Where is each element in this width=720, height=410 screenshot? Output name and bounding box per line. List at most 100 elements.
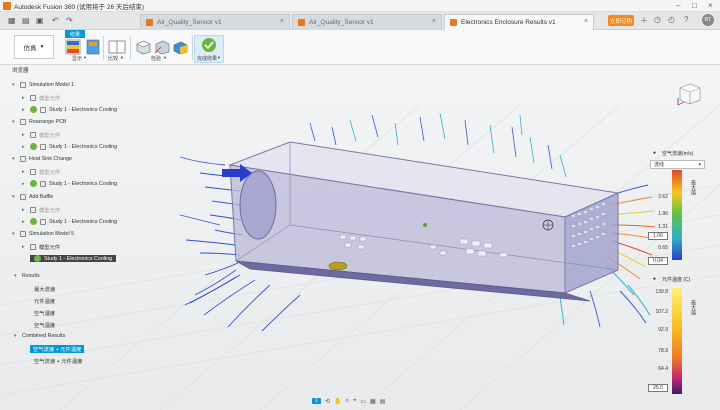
tree-study[interactable]: ▸ Study 1 - Electronics Cooling — [22, 106, 117, 113]
flow-legend-value: 0.65 — [658, 245, 668, 251]
viewports-icon[interactable]: ▤ — [380, 398, 386, 405]
simulation-render — [0, 104, 720, 410]
section-cube-icon[interactable] — [171, 39, 189, 55]
add-icon[interactable]: ＋ — [640, 15, 648, 26]
flow-legend-value: 2.62 — [658, 194, 668, 200]
flow-display-mode[interactable]: 流线 ▾ — [650, 160, 705, 169]
expand-icon[interactable]: ▾ — [14, 273, 22, 279]
zoom-window-icon[interactable]: ⌖ — [353, 398, 356, 405]
minimize-icon[interactable]: – — [676, 1, 680, 10]
components-icon — [30, 132, 36, 138]
result-max-velocity[interactable]: 最大流速 — [34, 285, 55, 293]
study-icon — [40, 218, 46, 225]
tree-model-components[interactable]: ▸ 模型元件 — [22, 206, 60, 214]
expand-icon[interactable]: ▸ — [22, 244, 30, 250]
viewcube[interactable] — [674, 78, 704, 108]
compare-label: 比较 — [108, 56, 119, 62]
canvas-viewport[interactable] — [0, 65, 720, 410]
result-air-temp-2[interactable]: 空气温度 — [34, 321, 55, 329]
zoom-icon[interactable]: ⌕ — [346, 398, 349, 405]
close-tab-icon[interactable]: × — [432, 18, 436, 25]
grid-settings-icon[interactable]: ▦ — [370, 398, 376, 405]
legend-toggle-icon[interactable]: ● — [653, 150, 656, 156]
compare-icon[interactable] — [108, 39, 126, 55]
close-icon[interactable]: × — [708, 1, 713, 10]
temp-legend-value: 139.8 — [655, 289, 668, 295]
combined-result-selected[interactable]: 空气流速 + 元件温度 — [30, 345, 85, 353]
expand-icon[interactable]: ▸ — [22, 132, 30, 138]
tree-model-components[interactable]: ▸ 模型元件 — [22, 94, 60, 102]
tree-study[interactable]: ▸ Study 1 - Electronics Cooling — [22, 143, 117, 150]
workspace-label: 仿真 — [23, 45, 37, 52]
display-results-icon[interactable] — [64, 39, 82, 55]
pan-icon[interactable]: ✋ — [334, 398, 341, 405]
tree-heat-sink-change[interactable]: ▾ Heat Sink Change — [12, 156, 72, 162]
close-tab-icon[interactable]: × — [584, 18, 588, 25]
expand-icon[interactable]: ▸ — [22, 219, 30, 225]
check-icon — [30, 180, 37, 187]
tree-model-components[interactable]: ▸ 模型元件 — [22, 131, 60, 139]
expand-icon[interactable]: ▾ — [12, 231, 20, 237]
tab-air-quality-1[interactable]: Air_Quality_Sensor v1 × — [140, 14, 290, 30]
close-tab-icon[interactable]: × — [280, 18, 284, 25]
workspace-switcher[interactable]: 仿真 ▼ — [14, 35, 54, 59]
expand-icon[interactable]: ▾ — [12, 119, 20, 125]
tree-study[interactable]: ▸ Study 1 - Electronics Cooling — [22, 180, 117, 187]
expand-icon[interactable]: ▸ — [22, 95, 30, 101]
combined-results-header[interactable]: ▾ Combined Results — [14, 333, 65, 339]
trial-button[interactable]: 立即订购 — [608, 15, 634, 26]
expand-icon[interactable]: ▾ — [12, 82, 20, 88]
job-status-icon[interactable]: ◴ — [668, 15, 675, 24]
legend-display-icon[interactable] — [84, 39, 102, 55]
tree-study[interactable]: ▸ Study 1 - Electronics Cooling — [22, 218, 117, 225]
temp-legend-min-value[interactable]: 25.0 — [648, 384, 668, 392]
results-header[interactable]: ▾ Results — [14, 273, 40, 279]
ribbon-toolbar: 仿真 ▼ 结果 显示 ▼ 比较 ▼ 检验 ▼ 完成结果 ▼ — [0, 30, 720, 65]
grid-menu-icon[interactable]: ▦ — [8, 16, 16, 25]
page-indicator[interactable]: 1 — [312, 398, 322, 404]
tree-rearrange-pcb[interactable]: ▾ Rearrange PCB — [12, 119, 66, 125]
expand-icon[interactable]: ▸ — [22, 169, 30, 175]
redo-icon[interactable]: ↷ — [66, 16, 73, 25]
flow-legend-marker-value[interactable]: 1.06 — [648, 232, 668, 240]
display-settings-icon[interactable]: ▭ — [360, 398, 366, 405]
tree-model-components[interactable]: ▸ 模型元件 — [22, 243, 60, 251]
tree-simulation-model-5[interactable]: ▾ Simulation Model 5 — [12, 231, 74, 237]
result-component-temp[interactable]: 元件温度 — [34, 297, 55, 305]
model-icon — [20, 82, 26, 88]
tree-model-components[interactable]: ▸ 模型元件 — [22, 168, 60, 176]
temp-legend-max-label: 最大值 — [690, 300, 696, 315]
legend-toggle-icon[interactable]: ● — [653, 276, 656, 282]
browser-header[interactable]: 浏览器 — [0, 66, 160, 76]
save-icon[interactable]: ▣ — [36, 16, 44, 25]
expand-icon[interactable]: ▸ — [22, 181, 30, 187]
model-icon — [20, 194, 26, 200]
flow-legend-min-value[interactable]: 0.04 — [648, 257, 668, 265]
orbit-icon[interactable]: ⟲ — [325, 398, 330, 405]
expand-icon[interactable]: ▾ — [14, 333, 22, 339]
tab-air-quality-2[interactable]: Air_Quality_Sensor v1 × — [292, 14, 442, 30]
expand-icon[interactable]: ▾ — [12, 156, 20, 162]
undo-icon[interactable]: ↶ — [52, 16, 59, 25]
expand-icon[interactable]: ▸ — [22, 107, 30, 113]
check-icon — [34, 255, 41, 262]
tab-results[interactable]: 结果 — [65, 30, 85, 38]
tab-label: Electronics Enclosure Results v1 — [461, 19, 556, 26]
maximize-icon[interactable]: □ — [692, 1, 697, 10]
combined-result-2[interactable]: 空气流速 + 元件温度 — [34, 357, 82, 365]
expand-icon[interactable]: ▸ — [22, 207, 30, 213]
tree-add-baffle[interactable]: ▾ Add Baffle — [12, 194, 53, 200]
inspect-cube-icon[interactable] — [134, 39, 152, 55]
expand-icon[interactable]: ▸ — [22, 144, 30, 150]
tree-active-study[interactable]: Study 1 - Electronics Cooling — [30, 255, 117, 262]
file-icon[interactable]: ▤ — [22, 16, 30, 25]
avatar[interactable]: BT — [702, 14, 714, 26]
components-icon — [30, 95, 36, 101]
result-air-temp[interactable]: 空气温度 — [34, 309, 55, 317]
notification-icon[interactable]: ◷ — [654, 15, 661, 24]
probe-cube-icon[interactable] — [153, 39, 171, 55]
tree-simulation-model-1[interactable]: ▾ Simulation Model 1 — [12, 82, 74, 88]
tab-electronics-enclosure[interactable]: Electronics Enclosure Results v1 × — [444, 14, 594, 30]
expand-icon[interactable]: ▾ — [12, 194, 20, 200]
help-icon[interactable]: ? — [684, 15, 688, 24]
